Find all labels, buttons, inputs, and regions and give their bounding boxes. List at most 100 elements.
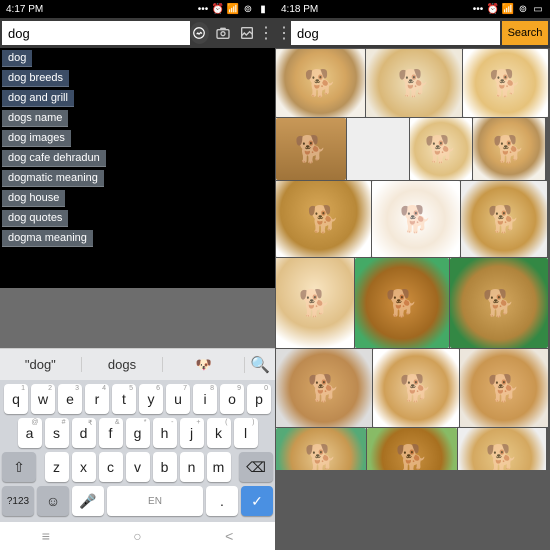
nav-recent[interactable]: ≡: [42, 528, 50, 544]
search-icon[interactable]: 🔍: [245, 355, 275, 375]
screenshot-right: 4:18 PM ••• ⏰ 📶 ⊚ ▭ ⋮ Search: [275, 0, 550, 550]
period-key[interactable]: .: [206, 486, 238, 516]
suggestion-item[interactable]: dog and grill: [2, 90, 74, 107]
suggestion-item[interactable]: dog: [2, 50, 32, 67]
autocomplete-list: dog dog breeds dog and grill dogs name d…: [2, 48, 106, 248]
image-result[interactable]: [460, 349, 548, 427]
key-a[interactable]: a@: [18, 418, 42, 448]
ellipsis-icon: •••: [472, 3, 484, 15]
key-x[interactable]: x: [72, 452, 96, 482]
key-r[interactable]: r4: [85, 384, 109, 414]
alarm-icon: ⏰: [212, 3, 224, 15]
image-result[interactable]: [276, 118, 346, 180]
image-result[interactable]: [473, 118, 545, 180]
status-icons: ••• ⏰ 📶 ⊚ ▭: [472, 3, 544, 15]
camera-icon[interactable]: [211, 19, 235, 47]
space-key[interactable]: EN: [107, 486, 203, 516]
key-d[interactable]: d₹: [72, 418, 96, 448]
key-j[interactable]: j+: [180, 418, 204, 448]
image-results-grid: [275, 48, 550, 470]
key-k[interactable]: k(: [207, 418, 231, 448]
key-y[interactable]: y6: [139, 384, 163, 414]
image-result[interactable]: [276, 181, 371, 257]
key-c[interactable]: c: [99, 452, 123, 482]
image-result[interactable]: [366, 49, 462, 117]
key-u[interactable]: u7: [166, 384, 190, 414]
shift-key[interactable]: ⇧: [2, 452, 36, 482]
status-icons: ••• ⏰ 📶 ⊚ ▮: [197, 3, 269, 15]
search-button[interactable]: Search: [502, 21, 548, 45]
more-icon[interactable]: ⋮: [259, 19, 273, 47]
suggestion-item[interactable]: dog house: [2, 190, 65, 207]
image-result[interactable]: [463, 49, 548, 117]
image-result[interactable]: [461, 181, 547, 257]
image-result[interactable]: [347, 118, 409, 180]
key-i[interactable]: i8: [193, 384, 217, 414]
image-result[interactable]: [355, 258, 449, 348]
suggestion-item[interactable]: dog quotes: [2, 210, 68, 227]
key-s[interactable]: s#: [45, 418, 69, 448]
insert-image-icon[interactable]: [190, 22, 209, 44]
search-bar: ⋮ Search: [275, 18, 550, 48]
confirm-key[interactable]: ✓: [241, 486, 273, 516]
image-result[interactable]: [367, 428, 457, 470]
key-q[interactable]: q1: [4, 384, 28, 414]
wifi-icon: ⊚: [242, 3, 254, 15]
keyboard: q1w2e3r4t5y6u7i8o9p0 a@s#d₹f&g*h-j+k(l) …: [0, 380, 275, 522]
suggestion-item[interactable]: dog breeds: [2, 70, 69, 87]
emoji-key[interactable]: ☺: [37, 486, 69, 516]
image-result[interactable]: [373, 349, 459, 427]
mic-key[interactable]: 🎤: [72, 486, 104, 516]
suggestion-item[interactable]: dogmatic meaning: [2, 170, 104, 187]
status-time: 4:17 PM: [6, 4, 43, 15]
status-bar: 4:18 PM ••• ⏰ 📶 ⊚ ▭: [275, 0, 550, 18]
more-icon[interactable]: ⋮: [277, 19, 291, 47]
key-n[interactable]: n: [180, 452, 204, 482]
prediction-item[interactable]: "dog": [0, 357, 82, 372]
image-result[interactable]: [410, 118, 472, 180]
image-result[interactable]: [276, 49, 365, 117]
key-l[interactable]: l): [234, 418, 258, 448]
key-h[interactable]: h-: [153, 418, 177, 448]
nav-back[interactable]: <: [225, 528, 233, 544]
key-z[interactable]: z: [45, 452, 69, 482]
key-m[interactable]: m: [207, 452, 231, 482]
suggestion-item[interactable]: dogma meaning: [2, 230, 93, 247]
suggestion-item[interactable]: dog images: [2, 130, 71, 147]
suggestion-item[interactable]: dog cafe dehradun: [2, 150, 106, 167]
image-result[interactable]: [458, 428, 546, 470]
bottom-spacer: [275, 470, 550, 550]
signal-icon: 📶: [227, 3, 239, 15]
key-e[interactable]: e3: [58, 384, 82, 414]
nav-home[interactable]: ○: [133, 528, 141, 544]
search-input[interactable]: [2, 21, 190, 45]
key-t[interactable]: t5: [112, 384, 136, 414]
signal-icon: 📶: [502, 3, 514, 15]
key-w[interactable]: w2: [31, 384, 55, 414]
screenshot-left: 4:17 PM ••• ⏰ 📶 ⊚ ▮ ⋮ dog dog breeds dog…: [0, 0, 275, 550]
key-f[interactable]: f&: [99, 418, 123, 448]
prediction-item[interactable]: dogs: [82, 357, 164, 372]
key-o[interactable]: o9: [220, 384, 244, 414]
navigation-bar: ≡ ○ <: [0, 522, 275, 550]
key-p[interactable]: p0: [247, 384, 271, 414]
backspace-key[interactable]: ⌫: [239, 452, 273, 482]
wifi-icon: ⊚: [517, 3, 529, 15]
status-bar: 4:17 PM ••• ⏰ 📶 ⊚ ▮: [0, 0, 275, 18]
key-v[interactable]: v: [126, 452, 150, 482]
numbers-key[interactable]: ?123: [2, 486, 34, 516]
gallery-icon[interactable]: [235, 19, 259, 47]
spacer: [0, 288, 275, 348]
battery-icon: ▭: [532, 3, 544, 15]
image-result[interactable]: [276, 428, 366, 470]
suggestion-item[interactable]: dogs name: [2, 110, 68, 127]
key-g[interactable]: g*: [126, 418, 150, 448]
search-input[interactable]: [291, 21, 500, 45]
status-time: 4:18 PM: [281, 4, 318, 15]
image-result[interactable]: [372, 181, 460, 257]
image-result[interactable]: [276, 349, 372, 427]
key-b[interactable]: b: [153, 452, 177, 482]
image-result[interactable]: [450, 258, 548, 348]
prediction-item[interactable]: 🐶: [163, 357, 245, 373]
image-result[interactable]: [276, 258, 354, 348]
